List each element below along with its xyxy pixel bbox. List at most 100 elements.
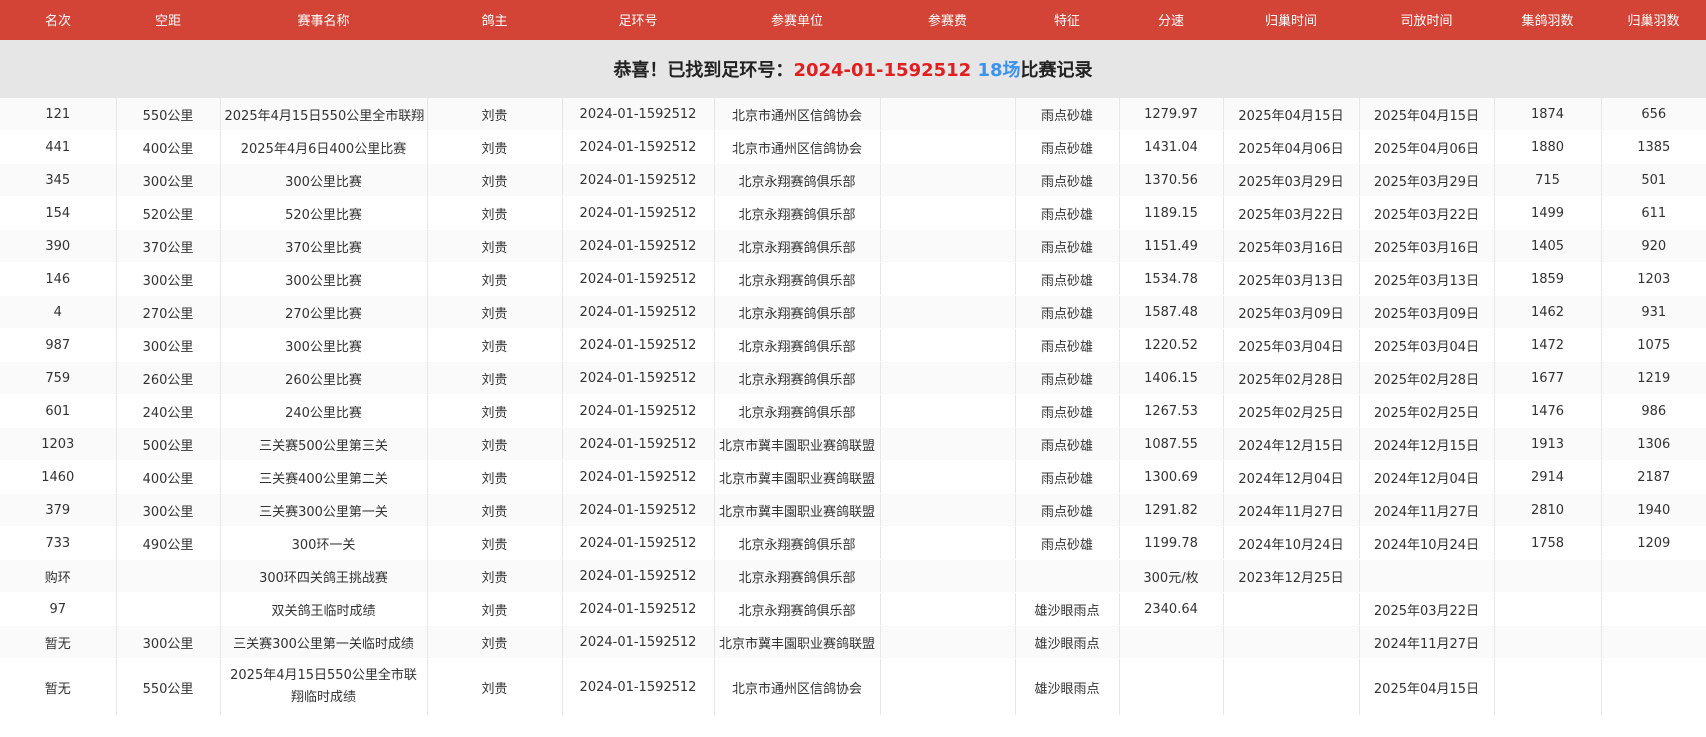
- owner-cell: 刘贵: [426, 328, 562, 362]
- table-row[interactable]: 733 490公里 300环一关 刘贵 2024-01-1592512 北京永翔赛鸽俱乐部…: [0, 526, 1706, 560]
- table-row[interactable]: 759 260公里 260公里比赛 刘贵 2024-01-1592512 北京永翔赛鸽俱乐…: [0, 361, 1706, 395]
- trait-cell: 雨点砂雄: [1014, 130, 1119, 164]
- release-time-cell: [1358, 559, 1494, 593]
- speed-cell: 1220.52: [1118, 328, 1223, 362]
- collected-count-cell: 1859: [1493, 262, 1601, 296]
- fee-cell: [879, 163, 1015, 197]
- speed-cell: 1279.97: [1118, 98, 1223, 131]
- collected-count-cell: 2810: [1493, 493, 1601, 527]
- owner-cell: 刘贵: [426, 229, 562, 263]
- trait-cell: 雨点砂雄: [1014, 98, 1119, 131]
- col-rank-header[interactable]: 名次: [0, 0, 116, 40]
- trait-cell: 雨点砂雄: [1014, 361, 1119, 395]
- fee-cell: [879, 196, 1015, 230]
- club-cell: 北京永翔赛鸽俱乐部: [713, 196, 880, 230]
- table-row[interactable]: 987 300公里 300公里比赛 刘贵 2024-01-1592512 北京永翔赛鸽俱乐…: [0, 328, 1706, 362]
- fee-cell: [879, 328, 1015, 362]
- ring-cell: 2024-01-1592512: [561, 98, 714, 131]
- speed-cell: 1291.82: [1118, 493, 1223, 527]
- club-cell: 北京市通州区信鸽协会: [713, 130, 880, 164]
- col-club-header[interactable]: 参赛单位: [714, 0, 880, 40]
- club-cell: 北京永翔赛鸽俱乐部: [713, 229, 880, 263]
- race-name-cell: 300公里比赛: [219, 163, 427, 197]
- distance-cell: 270公里: [115, 295, 220, 329]
- banner-prefix: 恭喜！已找到足环号：: [613, 60, 794, 81]
- table-header: 名次 空距 赛事名称 鸽主 足环号 参赛单位 参赛费 特征 分速 归巢时间 司放…: [0, 0, 1706, 40]
- speed-cell: [1118, 625, 1223, 659]
- returned-count-cell: 1203: [1600, 262, 1706, 296]
- release-time-cell: 2025年03月22日: [1358, 196, 1494, 230]
- table-row[interactable]: 暂无 300公里 三关赛300公里第一关临时成绩 刘贵 2024-01-1592512 北…: [0, 625, 1706, 659]
- table-row[interactable]: 345 300公里 300公里比赛 刘贵 2024-01-1592512 北京永翔赛鸽俱乐…: [0, 163, 1706, 197]
- table-row[interactable]: 441 400公里 2025年4月6日400公里比赛 刘贵 2024-01-159251…: [0, 130, 1706, 164]
- owner-cell: 刘贵: [426, 460, 562, 494]
- owner-cell: 刘贵: [426, 493, 562, 527]
- race-name-cell: 2025年4月15日550公里全市联翔临时成绩: [219, 658, 427, 716]
- distance-cell: 500公里: [115, 427, 220, 461]
- return-time-cell: 2025年03月16日: [1222, 229, 1359, 263]
- release-time-cell: 2025年04月15日: [1358, 98, 1494, 131]
- returned-count-cell: [1600, 658, 1706, 716]
- table-row[interactable]: 97 双关鸽王临时成绩 刘贵 2024-01-1592512 北京永翔赛鸽俱乐部 雄沙眼雨…: [0, 592, 1706, 626]
- col-collected-count-header[interactable]: 集鸽羽数: [1494, 0, 1601, 40]
- race-name-cell: 三关赛300公里第一关临时成绩: [219, 625, 427, 659]
- rank-cell: 390: [0, 229, 116, 263]
- table-row[interactable]: 121 550公里 2025年4月15日550公里全市联翔 刘贵 2024-01-159…: [0, 98, 1706, 131]
- release-time-cell: 2025年04月15日: [1358, 658, 1494, 716]
- collected-count-cell: 1880: [1493, 130, 1601, 164]
- rank-cell: 987: [0, 328, 116, 362]
- fee-cell: [879, 130, 1015, 164]
- speed-cell: 1189.15: [1118, 196, 1223, 230]
- col-fee-header[interactable]: 参赛费: [880, 0, 1015, 40]
- col-trait-header[interactable]: 特征: [1015, 0, 1119, 40]
- banner-record-count: 18场: [977, 60, 1021, 81]
- col-speed-header[interactable]: 分速: [1119, 0, 1223, 40]
- fee-cell: [879, 427, 1015, 461]
- col-distance-header[interactable]: 空距: [116, 0, 220, 40]
- table-row[interactable]: 154 520公里 520公里比赛 刘贵 2024-01-1592512 北京永翔赛鸽俱乐…: [0, 196, 1706, 230]
- race-name-cell: 双关鸽王临时成绩: [219, 592, 427, 626]
- table-row[interactable]: 购环 300环四关鸽王挑战赛 刘贵 2024-01-1592512 北京永翔赛鸽俱乐部 3…: [0, 559, 1706, 593]
- collected-count-cell: 1913: [1493, 427, 1601, 461]
- ring-cell: 2024-01-1592512: [561, 163, 714, 197]
- table-body: 121 550公里 2025年4月15日550公里全市联翔 刘贵 2024-01-159…: [0, 98, 1706, 716]
- speed-cell: 1300.69: [1118, 460, 1223, 494]
- return-time-cell: 2025年04月15日: [1222, 98, 1359, 131]
- table-row[interactable]: 4 270公里 270公里比赛 刘贵 2024-01-1592512 北京永翔赛鸽俱乐部 雨…: [0, 295, 1706, 329]
- table-row[interactable]: 1203 500公里 三关赛500公里第三关 刘贵 2024-01-1592512 北京市…: [0, 427, 1706, 461]
- col-race-name-header[interactable]: 赛事名称: [220, 0, 427, 40]
- col-owner-header[interactable]: 鸽主: [427, 0, 562, 40]
- returned-count-cell: 1306: [1600, 427, 1706, 461]
- club-cell: 北京市冀丰園职业赛鸽联盟: [713, 625, 880, 659]
- ring-cell: 2024-01-1592512: [561, 229, 714, 263]
- owner-cell: 刘贵: [426, 361, 562, 395]
- table-row[interactable]: 暂无 550公里 2025年4月15日550公里全市联翔临时成绩 刘贵 2024-01-…: [0, 658, 1706, 716]
- release-time-cell: 2024年12月04日: [1358, 460, 1494, 494]
- col-return-time-header[interactable]: 归巢时间: [1223, 0, 1359, 40]
- col-ring-header[interactable]: 足环号: [562, 0, 714, 40]
- ring-cell: 2024-01-1592512: [561, 361, 714, 395]
- fee-cell: [879, 262, 1015, 296]
- col-returned-count-header[interactable]: 归巢羽数: [1601, 0, 1706, 40]
- returned-count-cell: [1600, 559, 1706, 593]
- distance-cell: 300公里: [115, 262, 220, 296]
- returned-count-cell: 931: [1600, 295, 1706, 329]
- race-name-cell: 300环四关鸽王挑战赛: [219, 559, 427, 593]
- collected-count-cell: [1493, 658, 1601, 716]
- race-name-cell: 300公里比赛: [219, 262, 427, 296]
- rank-cell: 4: [0, 295, 116, 329]
- table-row[interactable]: 146 300公里 300公里比赛 刘贵 2024-01-1592512 北京永翔赛鸽俱乐…: [0, 262, 1706, 296]
- banner-ring-number: 2024-01-1592512: [793, 60, 972, 81]
- table-row[interactable]: 1460 400公里 三关赛400公里第二关 刘贵 2024-01-1592512 北京市…: [0, 460, 1706, 494]
- table-row[interactable]: 379 300公里 三关赛300公里第一关 刘贵 2024-01-1592512 北京市冀…: [0, 493, 1706, 527]
- returned-count-cell: [1600, 625, 1706, 659]
- col-release-time-header[interactable]: 司放时间: [1359, 0, 1494, 40]
- table-row[interactable]: 601 240公里 240公里比赛 刘贵 2024-01-1592512 北京永翔赛鸽俱乐…: [0, 394, 1706, 428]
- table-row[interactable]: 390 370公里 370公里比赛 刘贵 2024-01-1592512 北京永翔赛鸽俱乐…: [0, 229, 1706, 263]
- return-time-cell: 2024年12月15日: [1222, 427, 1359, 461]
- owner-cell: 刘贵: [426, 592, 562, 626]
- club-cell: 北京永翔赛鸽俱乐部: [713, 526, 880, 560]
- returned-count-cell: 656: [1600, 98, 1706, 131]
- rank-cell: 1203: [0, 427, 116, 461]
- race-name-cell: 370公里比赛: [219, 229, 427, 263]
